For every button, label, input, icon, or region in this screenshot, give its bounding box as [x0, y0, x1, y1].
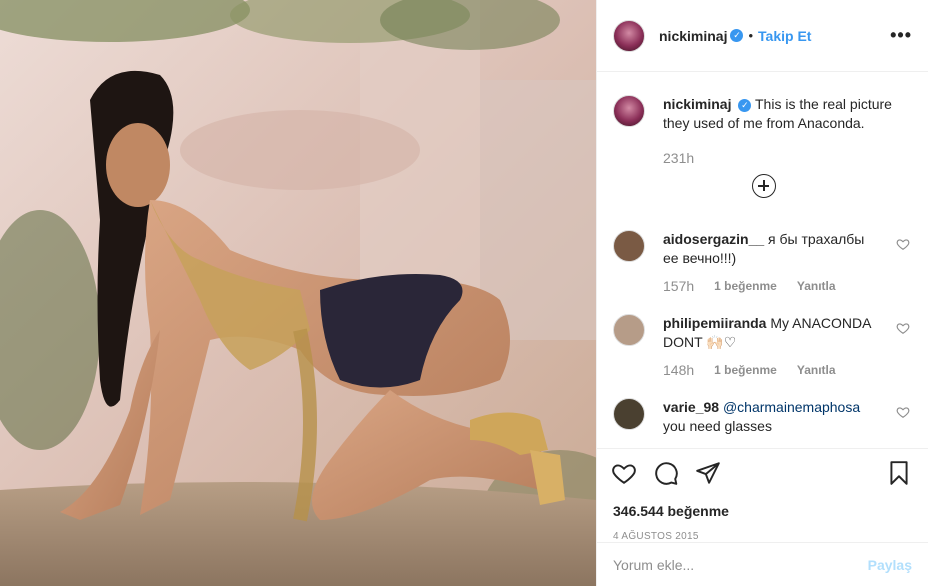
add-comment-bar: Paylaş	[597, 542, 928, 586]
comments-scroll-area[interactable]: nickiminaj ✓ This is the real picture th…	[597, 73, 928, 448]
heart-icon[interactable]	[611, 460, 637, 486]
share-icon[interactable]	[695, 460, 721, 486]
comment-time[interactable]: 157h	[663, 278, 694, 294]
post-header: nickiminaj ✓ • Takip Et •••	[597, 0, 928, 72]
post-photo-illustration	[0, 0, 596, 586]
comment-likes[interactable]: 1 beğenme	[714, 363, 777, 377]
post-comment-button[interactable]: Paylaş	[868, 557, 912, 573]
caption-verified-icon: ✓	[738, 98, 752, 112]
post-actions: 346.544 beğenme 4 AĞUSTOS 2015	[597, 448, 928, 542]
comment-avatar[interactable]	[613, 398, 645, 430]
comment-meta: 148h 1 beğenme Yanıtla	[663, 362, 928, 378]
comment-item: philipemiiranda My ANACONDA DONT 🙌🏻♡	[597, 314, 928, 352]
caption-avatar[interactable]	[613, 95, 645, 127]
comment-mention[interactable]: @charmainemaphosa	[723, 399, 860, 415]
comment-item: varie_98 @charmainemaphosa you need glas…	[597, 398, 928, 436]
bookmark-icon[interactable]	[886, 460, 912, 486]
post-photo[interactable]	[0, 0, 596, 586]
caption-time[interactable]: 231h	[663, 150, 928, 166]
comment-text-block: varie_98 @charmainemaphosa you need glas…	[663, 398, 873, 436]
comment-reply-button[interactable]: Yanıtla	[797, 363, 836, 377]
comment-like-heart-icon[interactable]	[896, 405, 910, 419]
caption-username[interactable]: nickiminaj	[663, 96, 731, 112]
caption-text-block: nickiminaj ✓ This is the real picture th…	[663, 95, 903, 133]
load-more-comments-icon[interactable]	[752, 174, 776, 198]
comment-text-block: philipemiiranda My ANACONDA DONT 🙌🏻♡	[663, 314, 873, 352]
comment-username[interactable]: aidosergazin__	[663, 231, 764, 247]
comment-like-heart-icon[interactable]	[896, 321, 910, 335]
follow-button[interactable]: Takip Et	[758, 28, 811, 44]
comment-username[interactable]: philipemiiranda	[663, 315, 766, 331]
comment-item: aidosergazin__ я бы трахалбы ее вечно!!!…	[597, 230, 928, 268]
likes-count[interactable]: 346.544 beğenme	[613, 503, 912, 519]
comment-input[interactable]	[613, 556, 868, 573]
author-username[interactable]: nickiminaj	[659, 28, 727, 44]
comment-text-block: aidosergazin__ я бы трахалбы ее вечно!!!…	[663, 230, 873, 268]
comment-time[interactable]: 148h	[663, 362, 694, 378]
action-icon-row	[611, 459, 912, 487]
comment-avatar[interactable]	[613, 314, 645, 346]
comment-like-heart-icon[interactable]	[896, 237, 910, 251]
comment-avatar[interactable]	[613, 230, 645, 262]
comment-likes[interactable]: 1 beğenme	[714, 279, 777, 293]
header-separator: •	[748, 28, 754, 43]
comment-reply-button[interactable]: Yanıtla	[797, 279, 836, 293]
verified-badge-icon: ✓	[730, 29, 744, 42]
comment-username[interactable]: varie_98	[663, 399, 719, 415]
post-caption: nickiminaj ✓ This is the real picture th…	[597, 73, 928, 133]
author-avatar[interactable]	[613, 19, 645, 52]
comment-meta: 157h 1 beğenme Yanıtla	[663, 278, 928, 294]
more-options-icon[interactable]: •••	[890, 26, 912, 44]
post-sidebar: nickiminaj ✓ • Takip Et ••• nickiminaj ✓…	[596, 0, 928, 586]
comment-text: you need glasses	[663, 418, 772, 434]
post-date[interactable]: 4 AĞUSTOS 2015	[613, 531, 912, 542]
comment-icon[interactable]	[653, 460, 679, 486]
